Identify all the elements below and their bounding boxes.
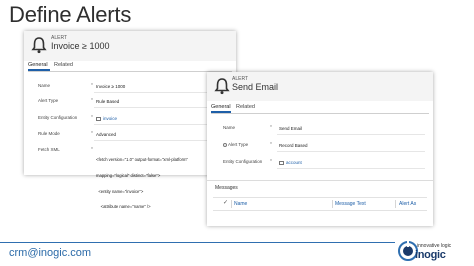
form-header: ALERT Invoice ≥ 1000 (24, 31, 236, 61)
tab-related[interactable]: Related (54, 62, 73, 68)
lookup-value[interactable]: invoice (103, 116, 117, 121)
column-header-message-text[interactable]: Message Text (335, 201, 366, 207)
slide-title: Define Alerts (9, 2, 132, 27)
required-marker: * (91, 115, 93, 121)
record-title: Send Email (232, 82, 279, 92)
required-marker: * (270, 159, 272, 165)
alert-type-field[interactable]: Record Based (279, 143, 308, 148)
field-label-fetch-xml: Fetch XML (38, 147, 60, 152)
fetch-xml-line: <attribute name="name" /> (96, 204, 151, 210)
required-marker: * (91, 98, 93, 104)
required-marker: * (91, 147, 93, 153)
field-label-alert-type: Alert Type (223, 142, 248, 147)
field-label-rule-mode: Rule Mode (38, 131, 60, 136)
tab-related[interactable]: Related (236, 104, 255, 110)
fetch-xml-line: <fetch version="1.0" output-format="xml-… (96, 157, 188, 163)
fetch-xml-editor[interactable]: <fetch version="1.0" output-format="xml-… (96, 147, 188, 220)
field-label-text: Alert Type (228, 142, 249, 147)
checkbox-icon[interactable]: ✓ (223, 199, 228, 206)
lookup-icon (96, 116, 101, 121)
column-separator (231, 200, 232, 208)
field-label-name: Name (38, 83, 51, 88)
tab-divider (28, 70, 232, 72)
field-label-entity-configuration: Entity Configuration (223, 159, 263, 164)
subgrid-divider (213, 197, 427, 198)
field-underline (277, 168, 425, 169)
footer-rule (0, 242, 395, 243)
bell-icon (31, 37, 47, 54)
column-separator (332, 200, 333, 208)
field-underline (277, 151, 425, 152)
entity-configuration-lookup[interactable]: account (279, 160, 302, 165)
tab-divider (211, 112, 429, 114)
field-label-alert-type: Alert Type (38, 98, 59, 103)
subgrid-header-divider (213, 210, 427, 211)
entity-configuration-lookup[interactable]: invoice (96, 116, 117, 121)
name-field[interactable]: Invoice ≥ 1000 (96, 84, 125, 89)
required-marker: * (270, 125, 272, 131)
alert-type-icon (223, 142, 227, 147)
column-header-name[interactable]: Name (234, 201, 247, 207)
field-label-entity-configuration: Entity Configuration (38, 115, 78, 120)
column-separator (395, 200, 396, 208)
column-header-alert-as[interactable]: Alert As (399, 201, 416, 207)
record-title: Invoice ≥ 1000 (51, 41, 110, 51)
contact-email: crm@inogic.com (9, 247, 92, 259)
rule-mode-field[interactable]: Advanced (96, 132, 116, 137)
messages-title: Messages (215, 185, 238, 191)
required-marker: * (91, 131, 93, 137)
lookup-value[interactable]: account (286, 160, 302, 165)
alert-form-invoice: ALERT Invoice ≥ 1000 General Related Nam… (24, 31, 236, 209)
name-field[interactable]: Send Email (279, 126, 302, 131)
form-header: ALERT Send Email (207, 72, 433, 101)
alert-type-field[interactable]: Rule Based (96, 99, 119, 104)
tab-general[interactable]: General (28, 62, 48, 68)
required-marker: * (270, 142, 272, 148)
alert-form-send-email: ALERT Send Email General Related Name * … (207, 72, 433, 226)
field-underline (277, 134, 425, 135)
field-label-name: Name (223, 125, 236, 130)
logo-brand: inogic (415, 249, 446, 261)
required-marker: * (91, 83, 93, 89)
lookup-icon (279, 160, 284, 165)
fetch-xml-line: <entity name="invoice"> (96, 188, 144, 194)
bell-icon (214, 78, 230, 95)
tab-general[interactable]: General (211, 104, 231, 110)
messages-subgrid: Messages ✓ Name Message Text Alert As (207, 180, 433, 226)
fetch-xml-line: mapping="logical" distinct="false"> (96, 173, 161, 179)
